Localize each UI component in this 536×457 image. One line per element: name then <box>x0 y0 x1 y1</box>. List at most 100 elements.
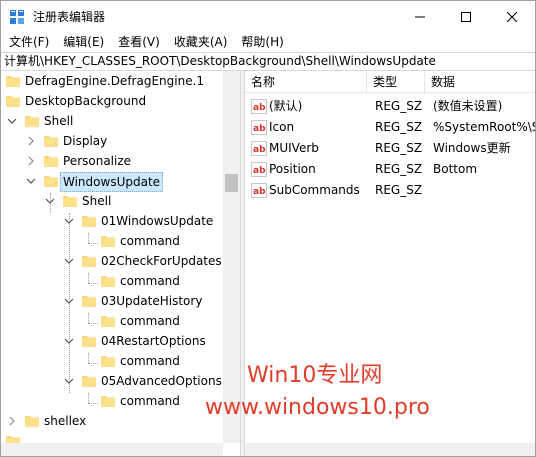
string-value-icon: ab <box>251 162 267 177</box>
chevron-right-icon[interactable] <box>26 136 36 146</box>
value-type: REG_SZ <box>375 183 423 197</box>
value-data: %SystemRoot%\S <box>433 120 535 134</box>
value-type: REG_SZ <box>375 120 423 134</box>
close-icon <box>507 11 517 22</box>
tree-vertical-scrollbar[interactable] <box>223 71 240 443</box>
chevron-right-icon[interactable] <box>26 156 36 166</box>
folder-icon <box>6 76 20 87</box>
tree-node-label: 02CheckForUpdates <box>101 254 222 268</box>
folder-icon <box>101 396 115 407</box>
tree-node[interactable]: command <box>1 231 223 251</box>
svg-text:ab: ab <box>253 124 266 134</box>
maximize-icon <box>461 11 471 22</box>
tree-node-label: command <box>120 394 180 408</box>
column-header-name[interactable]: 名称 <box>245 71 367 93</box>
chevron-down-icon[interactable] <box>64 336 74 346</box>
menu-edit[interactable]: 编辑(E) <box>55 32 110 52</box>
folder-icon <box>101 316 115 327</box>
tree-node[interactable]: DefragEngine.DefragEngine.1 <box>1 71 223 91</box>
tree-node-label: DesktopBackground <box>25 94 147 108</box>
folder-icon <box>44 136 58 147</box>
tree-node[interactable]: command <box>1 271 223 291</box>
tree-node-label: 05AdvancedOptions <box>101 374 222 388</box>
value-data: Bottom <box>433 162 478 176</box>
string-value-icon: ab <box>251 120 267 135</box>
folder-icon <box>82 216 96 227</box>
tree-node[interactable]: 04RestartOptions <box>1 331 223 351</box>
tree-node[interactable]: command <box>1 311 223 331</box>
value-row[interactable]: ab Icon REG_SZ %SystemRoot%\S <box>245 117 535 138</box>
tree-node[interactable]: Shell <box>1 191 223 211</box>
chevron-down-icon[interactable] <box>64 296 74 306</box>
string-value-icon: ab <box>251 99 267 114</box>
chevron-down-icon[interactable] <box>64 256 74 266</box>
value-name: SubCommands <box>269 183 360 197</box>
svg-text:ab: ab <box>253 166 266 176</box>
chevron-down-icon[interactable] <box>64 216 74 226</box>
tree-node[interactable]: DesktopBackground <box>1 91 223 111</box>
tree-node[interactable]: 01WindowsUpdate <box>1 211 223 231</box>
close-button[interactable] <box>489 1 535 32</box>
tree-node-label: 04RestartOptions <box>101 334 206 348</box>
maximize-button[interactable] <box>443 1 489 32</box>
tree-node[interactable]: command <box>1 351 223 371</box>
chevron-down-icon[interactable] <box>45 196 55 206</box>
tree-node-label: Shell <box>82 194 112 208</box>
menu-favorites[interactable]: 收藏夹(A) <box>166 32 234 52</box>
value-row[interactable]: ab Position REG_SZ Bottom <box>245 159 535 180</box>
tree-scroll-thumb[interactable] <box>225 174 238 192</box>
tree-horizontal-scrollbar[interactable] <box>1 443 223 456</box>
menu-help[interactable]: 帮助(H) <box>233 32 289 52</box>
regedit-icon <box>10 10 24 24</box>
column-header-type[interactable]: 类型 <box>367 71 425 93</box>
value-data: Windows更新 <box>433 141 511 155</box>
title-bar[interactable]: 注册表编辑器 <box>1 1 535 32</box>
tree-node-partial <box>1 431 223 443</box>
tree-node-label: DefragEngine.DefragEngine.1 <box>25 74 205 88</box>
folder-icon <box>101 276 115 287</box>
tree-node-selected[interactable]: WindowsUpdate <box>1 171 223 192</box>
tree-node-label: 01WindowsUpdate <box>101 214 214 228</box>
folder-icon <box>6 436 20 443</box>
folder-icon <box>101 356 115 367</box>
value-row[interactable]: ab (默认) REG_SZ (数值未设置) <box>245 96 535 117</box>
tree-node-label: Personalize <box>63 154 132 168</box>
value-name: Position <box>269 162 316 176</box>
value-name: Icon <box>269 120 295 134</box>
tree-node[interactable]: 02CheckForUpdates <box>1 251 223 271</box>
column-header-data[interactable]: 数据 <box>425 71 535 93</box>
chevron-down-icon[interactable] <box>26 176 36 186</box>
window-title: 注册表编辑器 <box>33 10 106 24</box>
tree-node[interactable]: command <box>1 391 223 411</box>
key-tree[interactable]: DefragEngine.DefragEngine.1 DesktopBackg… <box>1 71 239 443</box>
chevron-down-icon[interactable] <box>7 116 17 126</box>
list-horizontal-scrollbar[interactable] <box>245 443 535 456</box>
tree-node[interactable]: Display <box>1 131 223 151</box>
value-name: (默认) <box>269 99 303 113</box>
address-bar[interactable]: 计算机\HKEY_CLASSES_ROOT\DesktopBackground\… <box>1 52 535 71</box>
registry-editor-window: 注册表编辑器 文件(F) 编辑(E) 查看(V) 收藏夹(A) 帮助(H) 计算… <box>0 0 536 457</box>
chevron-right-icon[interactable] <box>7 416 17 426</box>
tree-node[interactable]: Personalize <box>1 151 223 171</box>
menu-file[interactable]: 文件(F) <box>1 32 55 52</box>
folder-icon <box>82 376 96 387</box>
value-row[interactable]: ab MUIVerb REG_SZ Windows更新 <box>245 138 535 159</box>
folder-icon <box>25 416 39 427</box>
tree-node[interactable]: shellex <box>1 411 223 431</box>
list-header: 名称 类型 数据 <box>245 71 535 93</box>
tree-node-label: command <box>120 314 180 328</box>
menu-view[interactable]: 查看(V) <box>110 32 166 52</box>
folder-icon <box>6 96 20 107</box>
tree-node[interactable]: 03UpdateHistory <box>1 291 223 311</box>
string-value-icon: ab <box>251 183 267 198</box>
value-type: REG_SZ <box>375 141 423 155</box>
tree-node-label: 03UpdateHistory <box>101 294 203 308</box>
chevron-down-icon[interactable] <box>64 376 74 386</box>
value-row[interactable]: ab SubCommands REG_SZ <box>245 180 535 201</box>
tree-node[interactable]: 05AdvancedOptions <box>1 371 223 391</box>
tree-node-label: Shell <box>44 114 74 128</box>
minimize-icon <box>415 16 425 17</box>
minimize-button[interactable] <box>397 1 443 32</box>
tree-node[interactable]: Shell <box>1 111 223 131</box>
folder-icon <box>63 196 77 207</box>
